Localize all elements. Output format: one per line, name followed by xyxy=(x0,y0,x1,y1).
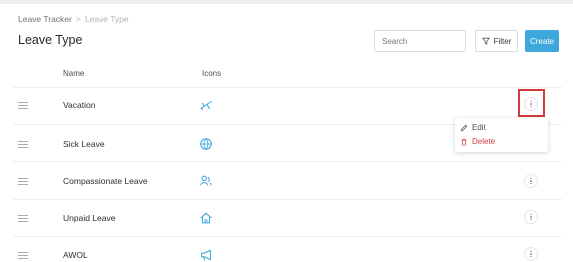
create-button[interactable]: Create xyxy=(525,30,559,52)
search-input[interactable] xyxy=(374,30,466,52)
edit-label: Edit xyxy=(472,123,486,132)
leave-type-name: Unpaid Leave xyxy=(63,213,116,223)
airplane-icon xyxy=(200,100,212,110)
delete-menu-item[interactable]: Delete xyxy=(460,137,495,146)
row-divider xyxy=(13,161,562,162)
leave-type-name: Vacation xyxy=(63,100,96,110)
globe-icon xyxy=(200,138,212,150)
breadcrumb-root[interactable]: Leave Tracker xyxy=(18,14,72,24)
row-divider xyxy=(13,236,562,237)
filter-label: Filter xyxy=(493,36,512,46)
drag-handle-icon[interactable] xyxy=(18,215,28,224)
column-header-icons: Icons xyxy=(202,69,222,78)
create-label: Create xyxy=(529,36,554,46)
page-title: Leave Type xyxy=(18,33,83,47)
leave-type-name: Compassionate Leave xyxy=(63,176,148,186)
actions-highlight xyxy=(518,89,545,117)
house-icon xyxy=(200,212,212,224)
megaphone-icon xyxy=(201,249,211,261)
people-icon xyxy=(200,175,212,186)
filter-icon xyxy=(481,37,490,45)
leave-type-name: AWOL xyxy=(63,250,88,260)
header-divider xyxy=(13,87,562,88)
drag-handle-icon[interactable] xyxy=(18,102,28,111)
row-actions-button[interactable] xyxy=(524,210,538,224)
filter-button[interactable]: Filter xyxy=(475,30,518,52)
breadcrumb-separator: > xyxy=(75,14,81,24)
drag-handle-icon[interactable] xyxy=(18,141,28,150)
column-header-name: Name xyxy=(63,69,85,78)
row-context-menu: Edit Delete xyxy=(455,118,548,152)
row-actions-button[interactable] xyxy=(524,174,538,188)
row-divider xyxy=(13,199,562,200)
breadcrumb-current: Leave Type xyxy=(84,14,129,24)
delete-label: Delete xyxy=(472,137,496,146)
pencil-icon xyxy=(460,124,468,131)
edit-menu-item[interactable]: Edit xyxy=(460,123,486,132)
drag-handle-icon[interactable] xyxy=(18,252,28,261)
leave-type-name: Sick Leave xyxy=(63,139,105,149)
drag-handle-icon[interactable] xyxy=(18,178,28,187)
breadcrumb: Leave Tracker > Leave Type xyxy=(18,14,129,24)
row-actions-button[interactable] xyxy=(524,247,538,261)
trash-icon xyxy=(461,138,467,146)
